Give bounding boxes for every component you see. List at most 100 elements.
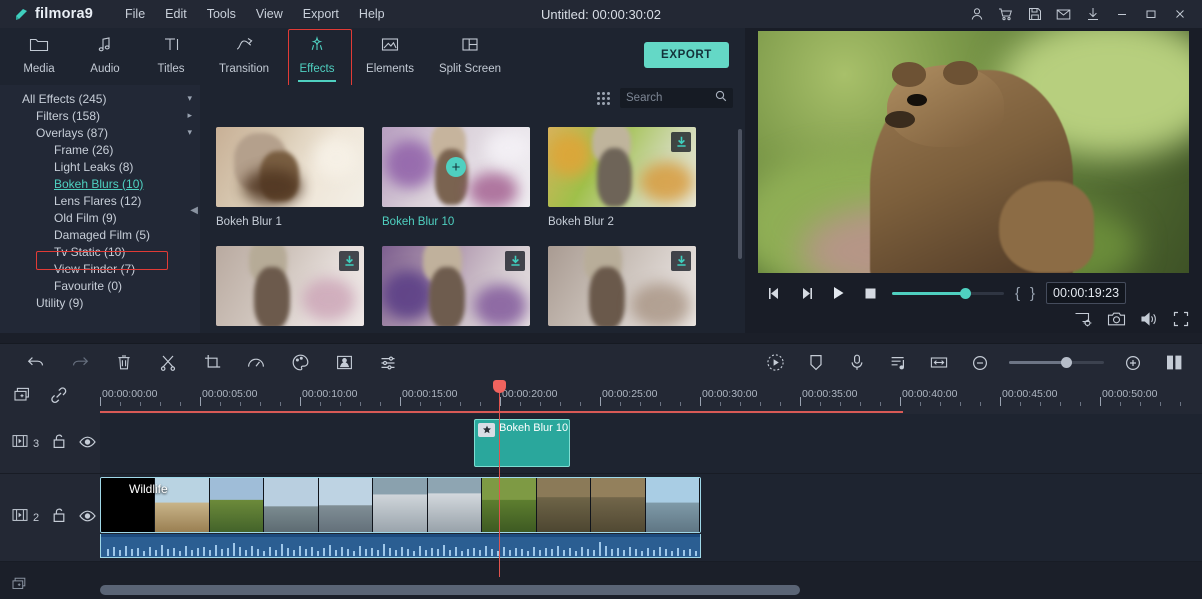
crop-button[interactable] [198, 349, 226, 377]
add-track-bottom-icon[interactable] [12, 577, 29, 597]
cart-icon[interactable] [991, 0, 1020, 28]
effect-thumbnail[interactable] [216, 246, 364, 326]
tab-transition[interactable]: Transition [204, 28, 284, 83]
sidebar-item-bokeh-blurs[interactable]: Bokeh Blurs (10) [0, 175, 200, 192]
detach-audio-button[interactable] [884, 349, 912, 377]
display-settings-icon[interactable] [1074, 311, 1093, 332]
effect-card[interactable] [382, 246, 530, 333]
volume-icon[interactable] [1140, 311, 1159, 332]
link-icon[interactable] [50, 386, 68, 409]
eye-icon[interactable] [79, 435, 96, 453]
timeline-horizontal-scrollbar[interactable] [100, 585, 800, 595]
speed-button[interactable] [242, 349, 270, 377]
effects-scrollbar[interactable] [738, 129, 742, 259]
sidebar-item-damaged-film[interactable]: Damaged Film (5) [0, 226, 200, 243]
lock-icon[interactable] [52, 433, 66, 454]
zoom-handle[interactable] [1061, 357, 1072, 368]
mark-out-button[interactable]: } [1025, 285, 1040, 302]
effect-card[interactable] [216, 246, 364, 333]
tab-split-screen[interactable]: Split Screen [430, 28, 510, 83]
delete-button[interactable] [110, 349, 138, 377]
color-button[interactable] [286, 349, 314, 377]
progress-handle[interactable] [960, 287, 971, 299]
effect-thumbnail[interactable] [382, 246, 530, 326]
timeline-zoom-slider[interactable] [1009, 357, 1104, 368]
green-screen-button[interactable] [330, 349, 358, 377]
sidebar-item-utility[interactable]: Utility (9) [0, 294, 200, 311]
record-playback-button[interactable] [761, 349, 789, 377]
effect-card[interactable] [548, 246, 696, 333]
download-icon[interactable] [1078, 0, 1107, 28]
minimize-icon[interactable] [1107, 0, 1136, 28]
close-icon[interactable] [1165, 0, 1194, 28]
sidebar-item-view-finder[interactable]: View Finder (7) [0, 260, 200, 277]
menu-view[interactable]: View [246, 3, 293, 25]
timeline-ruler[interactable]: 00:00:00:00 00:00:05:00 00:00:10:00 00:0… [100, 381, 1202, 414]
play-button[interactable] [822, 279, 854, 307]
tab-media[interactable]: Media [6, 28, 72, 83]
marker-button[interactable] [802, 349, 830, 377]
search-input[interactable] [626, 92, 711, 104]
redo-button[interactable] [66, 349, 94, 377]
grid-view-icon[interactable] [597, 91, 610, 105]
lock-icon[interactable] [52, 507, 66, 528]
add-effect-button[interactable]: + [446, 157, 466, 177]
menu-help[interactable]: Help [349, 3, 395, 25]
tab-effects[interactable]: Effects [284, 28, 350, 83]
chevron-down-icon[interactable]: ▾ [187, 127, 192, 138]
sidebar-item-all-effects[interactable]: All Effects (245) ▾ [0, 90, 200, 107]
adjust-button[interactable] [374, 349, 402, 377]
timeline-effect-clip[interactable]: Bokeh Blur 10 [474, 419, 570, 467]
collapse-panel-icon[interactable]: ◀ [190, 205, 198, 216]
snapshot-icon[interactable] [1107, 311, 1126, 332]
tab-audio[interactable]: Audio [72, 28, 138, 83]
download-effect-button[interactable] [671, 251, 691, 271]
clip-audio-waveform[interactable] [100, 534, 701, 558]
account-icon[interactable] [962, 0, 991, 28]
fit-timeline-button[interactable] [925, 349, 953, 377]
effect-thumbnail[interactable] [548, 246, 696, 326]
search-box[interactable] [620, 88, 733, 108]
menu-edit[interactable]: Edit [155, 3, 197, 25]
export-button[interactable]: EXPORT [644, 42, 729, 68]
menu-export[interactable]: Export [293, 3, 349, 25]
effect-thumbnail[interactable] [216, 127, 364, 207]
menu-tools[interactable]: Tools [197, 3, 246, 25]
maximize-icon[interactable] [1136, 0, 1165, 28]
sidebar-item-tv-static[interactable]: Tv Static (10) [0, 243, 200, 260]
mail-icon[interactable] [1049, 0, 1078, 28]
effect-card[interactable]: Bokeh Blur 1 [216, 127, 364, 228]
add-track-icon[interactable] [14, 387, 33, 409]
save-icon[interactable] [1020, 0, 1049, 28]
sidebar-item-favourite[interactable]: Favourite (0) [0, 277, 200, 294]
effect-thumbnail[interactable]: + [382, 127, 530, 207]
effect-card[interactable]: + Bokeh Blur 10 [382, 127, 530, 228]
timeline-video-clip[interactable]: Wildlife [100, 477, 701, 533]
tab-elements[interactable]: Elements [350, 28, 430, 83]
sidebar-item-light-leaks[interactable]: Light Leaks (8) [0, 158, 200, 175]
download-effect-button[interactable] [505, 251, 525, 271]
fullscreen-icon[interactable] [1173, 311, 1189, 332]
sidebar-item-overlays[interactable]: Overlays (87) ▾ [0, 124, 200, 141]
chevron-down-icon[interactable]: ▾ [187, 93, 192, 104]
track-body[interactable]: Bokeh Blur 10 [100, 414, 1202, 473]
preview-progress-slider[interactable] [892, 287, 1004, 299]
previous-frame-button[interactable] [758, 279, 790, 307]
voiceover-button[interactable] [843, 349, 871, 377]
search-icon[interactable] [715, 89, 727, 107]
undo-button[interactable] [22, 349, 50, 377]
split-view-button[interactable] [1160, 349, 1188, 377]
effect-thumbnail[interactable] [548, 127, 696, 207]
eye-icon[interactable] [79, 509, 96, 527]
download-effect-button[interactable] [339, 251, 359, 271]
timeline-playhead[interactable] [493, 380, 506, 577]
zoom-out-button[interactable] [966, 349, 994, 377]
preview-timecode[interactable]: 00:00:19:23 [1046, 282, 1127, 304]
effect-card[interactable]: Bokeh Blur 2 [548, 127, 696, 228]
split-button[interactable] [154, 349, 182, 377]
sidebar-item-lens-flares[interactable]: Lens Flares (12) [0, 192, 200, 209]
sidebar-item-old-film[interactable]: Old Film (9) [0, 209, 200, 226]
tab-titles[interactable]: Titles [138, 28, 204, 83]
stop-button[interactable] [854, 279, 886, 307]
chevron-right-icon[interactable]: ▸ [187, 110, 192, 121]
